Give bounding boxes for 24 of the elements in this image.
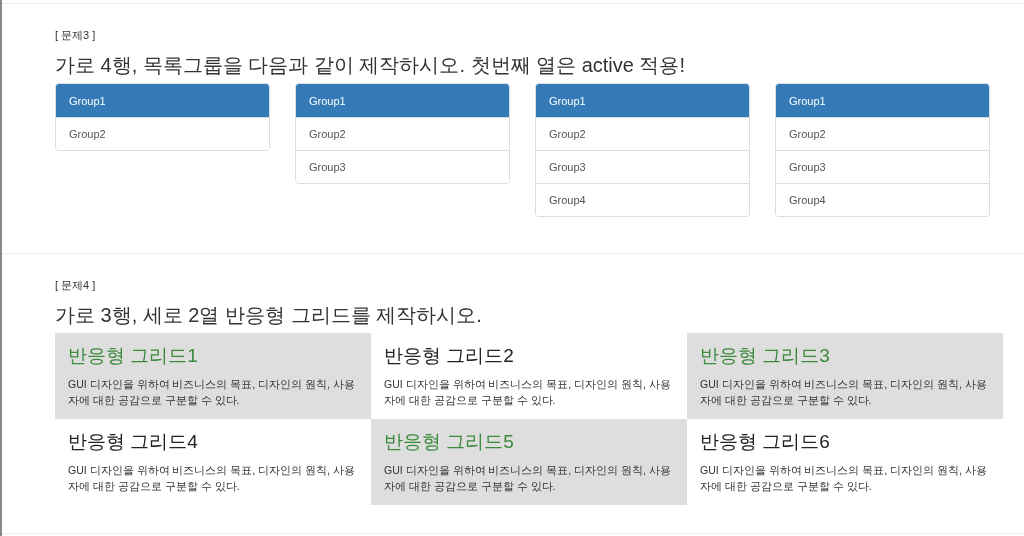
grid-cell-title: 반응형 그리드6 <box>700 430 831 454</box>
grid-cell-text: GUI 디자인을 위하여 비즈니스의 목표, 디자인의 원칙, 사용자에 대한 공감으로 구분할 수 있다. <box>700 377 988 408</box>
grid-cell-title: 반응형 그리드5 <box>384 430 515 454</box>
list-group-item[interactable]: Group3 <box>296 150 509 183</box>
list-group-item[interactable]: Group1 <box>776 84 989 117</box>
list-group-item[interactable]: Group1 <box>296 84 509 117</box>
grid-cell-text: GUI 디자인을 위하여 비즈니스의 목표, 디자인의 원칙, 사용자에 대한 공감으로 구분할 수 있다. <box>68 377 356 408</box>
list-group-item[interactable]: Group4 <box>776 183 989 216</box>
list-group-item[interactable]: Group2 <box>56 117 269 150</box>
grid-cell-title: 반응형 그리드4 <box>68 430 199 454</box>
section-label: [ 문제4 ] <box>55 278 97 293</box>
grid-cell-text: GUI 디자인을 위하여 비즈니스의 목표, 디자인의 원칙, 사용자에 대한 공감으로 구분할 수 있다. <box>384 377 672 408</box>
section-label: [ 문제3 ] <box>55 28 97 43</box>
list-group-item[interactable]: Group4 <box>536 183 749 216</box>
grid-cell-text: GUI 디자인을 위하여 비즈니스의 목표, 디자인의 원칙, 사용자에 대한 공감으로 구분할 수 있다. <box>68 463 356 494</box>
section-heading: 가로 4행, 목록그룹을 다음과 같이 제작하시오. 첫번째 열은 active 적용! <box>55 53 687 77</box>
list-group-item[interactable]: Group1 <box>56 84 269 117</box>
grid-cell-title: 반응형 그리드2 <box>384 344 515 368</box>
grid-cell-title: 반응형 그리드3 <box>700 344 831 368</box>
list-group-item[interactable]: Group1 <box>536 84 749 117</box>
grid-cell-title: 반응형 그리드1 <box>68 344 199 368</box>
grid-cell-text: GUI 디자인을 위하여 비즈니스의 목표, 디자인의 원칙, 사용자에 대한 공감으로 구분할 수 있다. <box>384 463 672 494</box>
section-heading: 가로 3행, 세로 2열 반응형 그리드를 제작하시오. <box>55 303 483 327</box>
grid-cell-text: GUI 디자인을 위하여 비즈니스의 목표, 디자인의 원칙, 사용자에 대한 공감으로 구분할 수 있다. <box>700 463 988 494</box>
